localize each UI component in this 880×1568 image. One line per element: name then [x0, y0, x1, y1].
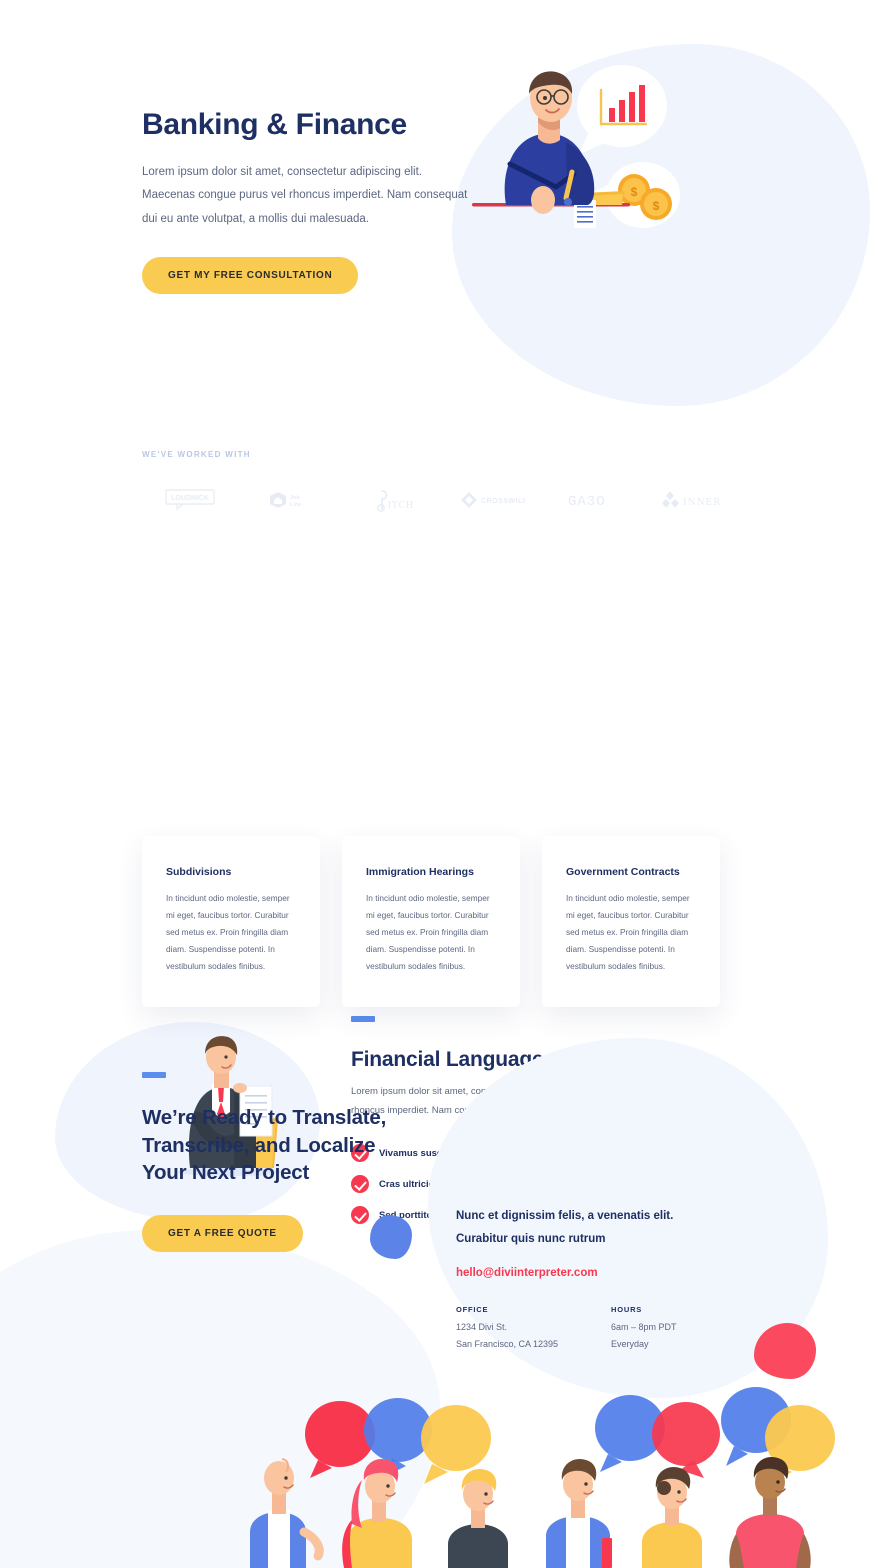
svg-text:$: $ [653, 199, 660, 213]
person-3 [448, 1468, 508, 1568]
card-title: Subdivisions [166, 866, 232, 878]
person-6 [729, 1456, 811, 1568]
office-address-line-2: San Francisco, CA 12395 [456, 1338, 559, 1349]
get-free-quote-button[interactable]: GET A FREE QUOTE [142, 1215, 303, 1253]
contact-lead-line-1: Nunc et dignissim felis, a venenatis eli… [456, 1210, 674, 1222]
person-5 [642, 1466, 702, 1568]
hero-paragraph: Lorem ipsum dolor sit amet, consectetur … [142, 165, 468, 225]
card-body: In tincidunt odio molestie, semper mi eg… [366, 893, 490, 971]
decorative-blue-blob [370, 1215, 412, 1259]
footer-illustration [250, 1387, 835, 1568]
service-card[interactable]: Immigration Hearings In tincidunt odio m… [342, 836, 520, 1007]
accent-dash-icon [142, 1072, 166, 1078]
contact-email-link[interactable]: hello@diviinterpreter.com [456, 1267, 756, 1279]
contact-lead-line-2: Curabitur quis nunc rutrum [456, 1233, 606, 1245]
office-column: OFFICE 1234 Divi St. San Francisco, CA 1… [456, 1305, 611, 1352]
contact-block: Nunc et dignissim felis, a venenatis eli… [456, 1205, 756, 1352]
service-card[interactable]: Government Contracts In tincidunt odio m… [542, 836, 720, 1007]
card-title: Government Contracts [566, 866, 680, 878]
accent-dash-icon [351, 1016, 375, 1022]
hours-line-1: 6am – 8pm PDT [611, 1322, 677, 1332]
hero-illustration: $ $ [472, 65, 680, 228]
service-card[interactable]: Subdivisions In tincidunt odio molestie,… [142, 836, 320, 1007]
hero-title: Banking & Finance [142, 108, 407, 141]
svg-text:$: $ [631, 185, 638, 199]
landing-page: $ $ Banking & Finance Lorem ipsum dolor … [0, 0, 880, 1568]
card-body: In tincidunt odio molestie, semper mi eg… [166, 893, 290, 971]
hero-text-block: Banking & Finance Lorem ipsum dolor sit … [142, 108, 472, 295]
get-free-consultation-button[interactable]: GET MY FREE CONSULTATION [142, 257, 359, 295]
card-body: In tincidunt odio molestie, semper mi eg… [566, 893, 690, 971]
contact-meta-grid: OFFICE 1234 Divi St. San Francisco, CA 1… [456, 1305, 756, 1352]
person-4 [546, 1458, 612, 1568]
cta-title: We’re Ready to Translate, Transcribe, an… [142, 1106, 387, 1185]
card-title: Immigration Hearings [366, 866, 474, 878]
hours-line-2: Everyday [611, 1338, 649, 1349]
decorative-pink-blob [754, 1323, 816, 1379]
office-label: OFFICE [456, 1305, 489, 1314]
person-1 [250, 1458, 324, 1568]
office-address-line-1: 1234 Divi St. [456, 1322, 508, 1332]
hours-label: HOURS [611, 1305, 643, 1314]
services-section: Financial Language Services Lorem ipsum … [0, 430, 880, 1224]
service-cards-row: Subdivisions In tincidunt odio molestie,… [142, 836, 740, 1007]
person-2 [342, 1458, 412, 1568]
hours-column: HOURS 6am – 8pm PDT Everyday [611, 1305, 756, 1352]
hero-section: $ $ Banking & Finance Lorem ipsum dolor … [0, 0, 880, 430]
